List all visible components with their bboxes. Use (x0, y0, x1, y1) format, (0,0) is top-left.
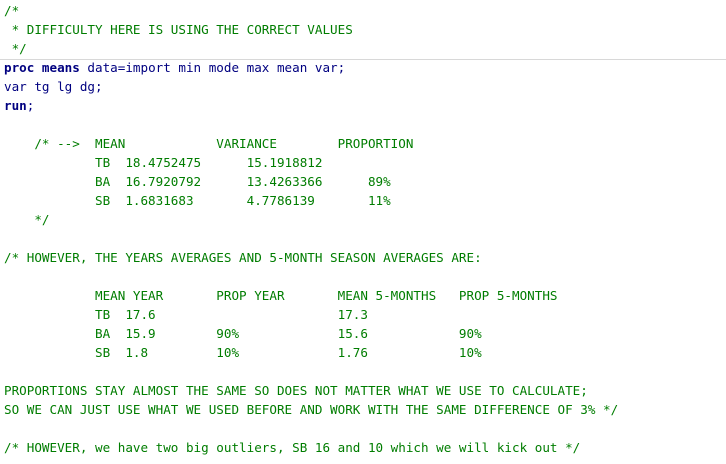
comment-token: BA 15.9 90% 15.6 90% (4, 326, 482, 341)
comment-token: MEAN YEAR PROP YEAR MEAN 5-MONTHS PROP 5… (4, 288, 558, 303)
comment-token: PROPORTIONS STAY ALMOST THE SAME SO DOES… (4, 383, 588, 398)
code-line[interactable]: BA 16.7920792 13.4263366 89% (4, 172, 391, 191)
comment-token: TB 18.4752475 15.1918812 (4, 155, 323, 170)
code-token: data=import min mode max mean var; (79, 60, 346, 75)
comment-token: /* --> MEAN VARIANCE PROPORTION (4, 136, 414, 151)
keyword-token: proc means (4, 60, 80, 75)
code-line[interactable]: TB 18.4752475 15.1918812 (4, 153, 322, 172)
comment-token: SO WE CAN JUST USE WHAT WE USED BEFORE A… (4, 402, 619, 417)
code-line[interactable]: /* HOWEVER, we have two big outliers, SB… (4, 438, 580, 457)
code-editor[interactable]: /* * DIFFICULTY HERE IS USING THE CORREC… (0, 0, 726, 464)
code-line[interactable]: TB 17.6 17.3 (4, 305, 368, 324)
code-token: var tg lg dg; (4, 79, 103, 94)
code-line[interactable]: /* (4, 1, 19, 20)
code-line[interactable]: */ (4, 210, 50, 229)
comment-token: SB 1.6831683 4.7786139 11% (4, 193, 391, 208)
code-line[interactable]: SB 1.6831683 4.7786139 11% (4, 191, 391, 210)
comment-token: SB 1.8 10% 1.76 10% (4, 345, 482, 360)
comment-token: TB 17.6 17.3 (4, 307, 368, 322)
code-line[interactable]: BA 15.9 90% 15.6 90% (4, 324, 482, 343)
code-line[interactable]: run; (4, 96, 34, 115)
code-line[interactable]: /* HOWEVER, THE YEARS AVERAGES AND 5-MON… (4, 248, 482, 267)
comment-token: BA 16.7920792 13.4263366 89% (4, 174, 391, 189)
comment-token: */ (4, 41, 27, 56)
code-token: ; (26, 98, 35, 113)
code-line[interactable]: MEAN YEAR PROP YEAR MEAN 5-MONTHS PROP 5… (4, 286, 558, 305)
comment-token: /* (4, 3, 20, 18)
code-line[interactable]: * DIFFICULTY HERE IS USING THE CORRECT V… (4, 20, 353, 39)
code-line[interactable]: */ (4, 39, 27, 58)
code-line[interactable]: PROPORTIONS STAY ALMOST THE SAME SO DOES… (4, 381, 588, 400)
keyword-token: run (4, 98, 27, 113)
code-line[interactable]: SO WE CAN JUST USE WHAT WE USED BEFORE A… (4, 400, 618, 419)
code-line[interactable]: SB 1.8 10% 1.76 10% (4, 343, 482, 362)
comment-token: /* HOWEVER, THE YEARS AVERAGES AND 5-MON… (4, 250, 482, 265)
code-line[interactable]: proc means data=import min mode max mean… (4, 58, 345, 77)
code-line[interactable]: /* --> MEAN VARIANCE PROPORTION (4, 134, 413, 153)
comment-token: */ (4, 212, 50, 227)
comment-token: /* HOWEVER, we have two big outliers, SB… (4, 440, 581, 455)
code-line[interactable]: var tg lg dg; (4, 77, 103, 96)
comment-token: * DIFFICULTY HERE IS USING THE CORRECT V… (4, 22, 353, 37)
